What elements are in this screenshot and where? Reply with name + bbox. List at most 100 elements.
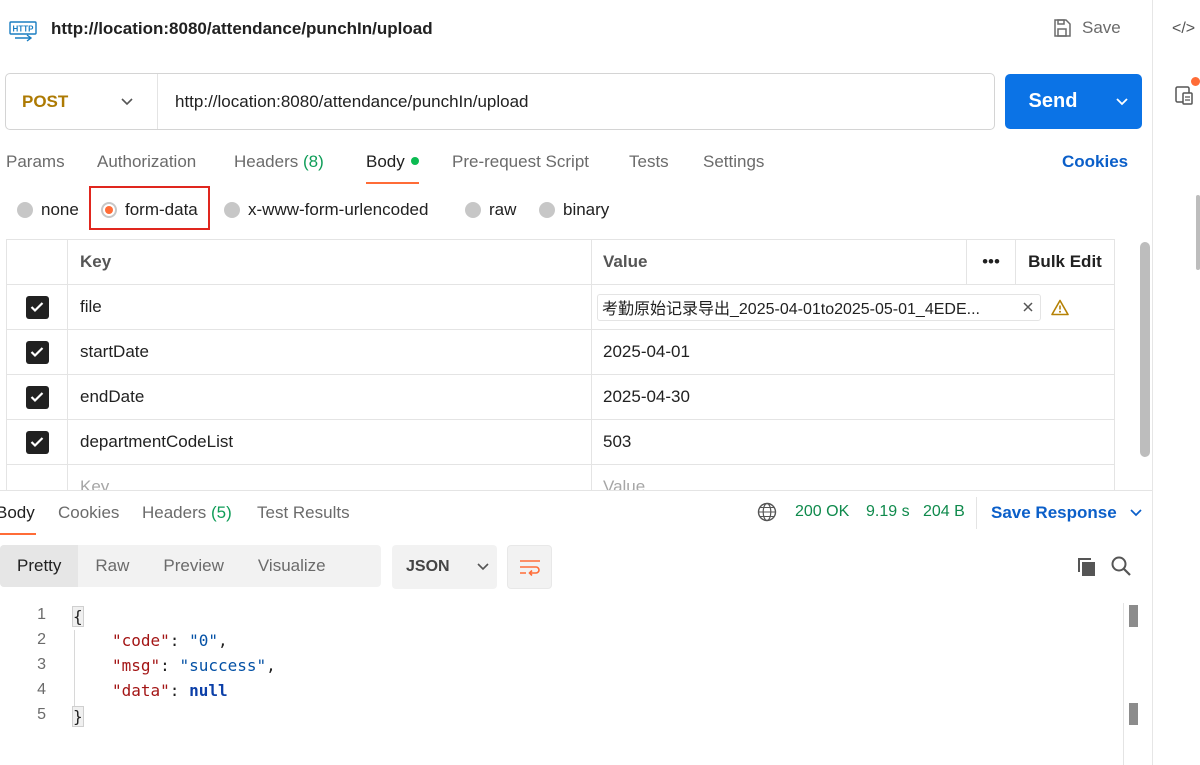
save-response-button[interactable]: Save Response [991, 503, 1143, 523]
view-visualize[interactable]: Visualize [241, 545, 343, 587]
code-scrollbar-marker[interactable] [1129, 605, 1138, 627]
new-key-input[interactable]: Key [68, 465, 592, 491]
json-value: "success" [179, 656, 267, 675]
row-value-file[interactable]: 考勤原始记录导出_2025-04-01to2025-05-01_4EDE... [592, 285, 1115, 329]
http-request-icon: HTTP [6, 13, 40, 47]
url-input[interactable]: http://location:8080/attendance/punchIn/… [158, 92, 529, 112]
radio-urlencoded-label: x-www-form-urlencoded [248, 200, 429, 219]
row-checkbox[interactable] [25, 340, 49, 364]
save-button[interactable]: Save [1052, 18, 1121, 38]
pane-divider[interactable] [0, 490, 1152, 491]
header-key: Key [68, 240, 592, 284]
radio-binary[interactable] [539, 202, 555, 218]
table-header-row: Key Value ••• Bulk Edit [6, 240, 1115, 285]
file-name: 考勤原始记录导出_2025-04-01to2025-05-01_4EDE... [602, 301, 980, 318]
table-scrollbar[interactable] [1140, 242, 1150, 457]
copy-icon[interactable] [1076, 556, 1098, 583]
request-title[interactable]: http://location:8080/attendance/punchIn/… [51, 19, 433, 39]
row-value[interactable]: 2025-04-30 [592, 375, 1115, 419]
view-preview[interactable]: Preview [146, 545, 240, 587]
status-code[interactable]: 200 OK [795, 503, 849, 521]
radio-urlencoded[interactable] [224, 202, 240, 218]
stats-separator [976, 497, 977, 529]
sidebar-scrollbar[interactable] [1196, 195, 1200, 270]
open-brace: { [72, 606, 84, 627]
row-checkbox[interactable] [25, 385, 49, 409]
tab-prerequest-script[interactable]: Pre-request Script [452, 152, 589, 172]
tab-headers-label: Headers [234, 152, 299, 171]
more-options-icon[interactable]: ••• [967, 240, 1016, 284]
body-type-raw[interactable]: raw [465, 200, 516, 220]
warning-icon[interactable] [1051, 299, 1069, 316]
code-scrollbar-marker[interactable] [1129, 703, 1138, 725]
globe-icon[interactable] [757, 502, 777, 527]
view-pretty[interactable]: Pretty [0, 545, 79, 587]
response-size[interactable]: 204 B [923, 503, 965, 521]
response-tab-headers[interactable]: Headers (5) [142, 503, 232, 523]
row-key[interactable]: startDate [68, 330, 592, 374]
format-select[interactable]: JSON [392, 545, 497, 589]
response-tab-body[interactable]: Body [0, 503, 35, 523]
form-data-highlight-box [89, 186, 210, 230]
json-key: "data" [112, 681, 170, 700]
code-snippet-icon[interactable]: </> [1172, 20, 1195, 38]
view-raw[interactable]: Raw [78, 545, 146, 587]
radio-none[interactable] [17, 202, 33, 218]
table-new-row: Key Value [6, 465, 1115, 491]
file-chip[interactable]: 考勤原始记录导出_2025-04-01to2025-05-01_4EDE... [597, 293, 1041, 321]
row-value[interactable]: 503 [592, 420, 1115, 464]
postman-window: HTTP http://location:8080/attendance/pun… [0, 0, 1200, 765]
row-checkbox-cell [6, 465, 68, 491]
send-options-chevron-icon[interactable] [1101, 97, 1142, 107]
table-row: file 考勤原始记录导出_2025-04-01to2025-05-01_4ED… [6, 285, 1115, 330]
method-label: POST [22, 91, 69, 111]
notification-dot [1191, 77, 1200, 86]
radio-raw[interactable] [465, 202, 481, 218]
search-icon[interactable] [1110, 555, 1132, 582]
tab-tests[interactable]: Tests [629, 152, 669, 172]
response-time[interactable]: 9.19 s [866, 503, 910, 521]
row-key[interactable]: file [68, 285, 592, 329]
row-checkbox-cell [6, 285, 68, 329]
body-type-binary[interactable]: binary [539, 200, 609, 220]
table-row: endDate 2025-04-30 [6, 375, 1115, 420]
table-row: startDate 2025-04-01 [6, 330, 1115, 375]
response-active-tab-indicator [0, 533, 36, 535]
cookies-link[interactable]: Cookies [1062, 152, 1128, 172]
send-button[interactable]: Send [1005, 74, 1142, 129]
code-line: "code": "0", [112, 631, 228, 650]
response-tab-cookies[interactable]: Cookies [58, 503, 119, 523]
line-number: 3 [37, 656, 46, 673]
response-body-editor[interactable]: 1 2 3 4 5 { "code": "0", "msg": "success… [0, 603, 1120, 753]
tab-params[interactable]: Params [6, 152, 65, 172]
row-checkbox[interactable] [25, 430, 49, 454]
documentation-icon[interactable] [1174, 84, 1196, 111]
tab-authorization[interactable]: Authorization [97, 152, 196, 172]
close-icon[interactable] [1022, 301, 1034, 313]
code-line: } [72, 706, 84, 727]
method-select[interactable]: POST [6, 74, 158, 129]
chevron-down-icon [1130, 509, 1142, 517]
save-icon [1054, 19, 1071, 37]
body-type-urlencoded[interactable]: x-www-form-urlencoded [224, 200, 428, 220]
tab-headers[interactable]: Headers (8) [234, 152, 324, 172]
bulk-edit-button[interactable]: Bulk Edit [1016, 240, 1115, 284]
row-key[interactable]: endDate [68, 375, 592, 419]
json-value: "0" [189, 631, 218, 650]
tab-body[interactable]: Body [366, 152, 419, 172]
body-type-none[interactable]: none [17, 200, 79, 220]
response-tab-test-results[interactable]: Test Results [257, 503, 350, 523]
body-modified-dot [410, 157, 419, 165]
new-value-input[interactable]: Value [592, 465, 1115, 491]
row-checkbox-cell [6, 375, 68, 419]
code-line: "msg": "success", [112, 656, 276, 675]
tab-settings[interactable]: Settings [703, 152, 764, 172]
row-checkbox[interactable] [25, 295, 49, 319]
line-number: 2 [37, 631, 46, 648]
row-key[interactable]: departmentCodeList [68, 420, 592, 464]
json-key: "code" [112, 631, 170, 650]
wrap-lines-button[interactable] [507, 545, 552, 589]
row-value[interactable]: 2025-04-01 [592, 330, 1115, 374]
code-line: "data": null [112, 681, 228, 700]
right-sidebar [1152, 0, 1200, 765]
